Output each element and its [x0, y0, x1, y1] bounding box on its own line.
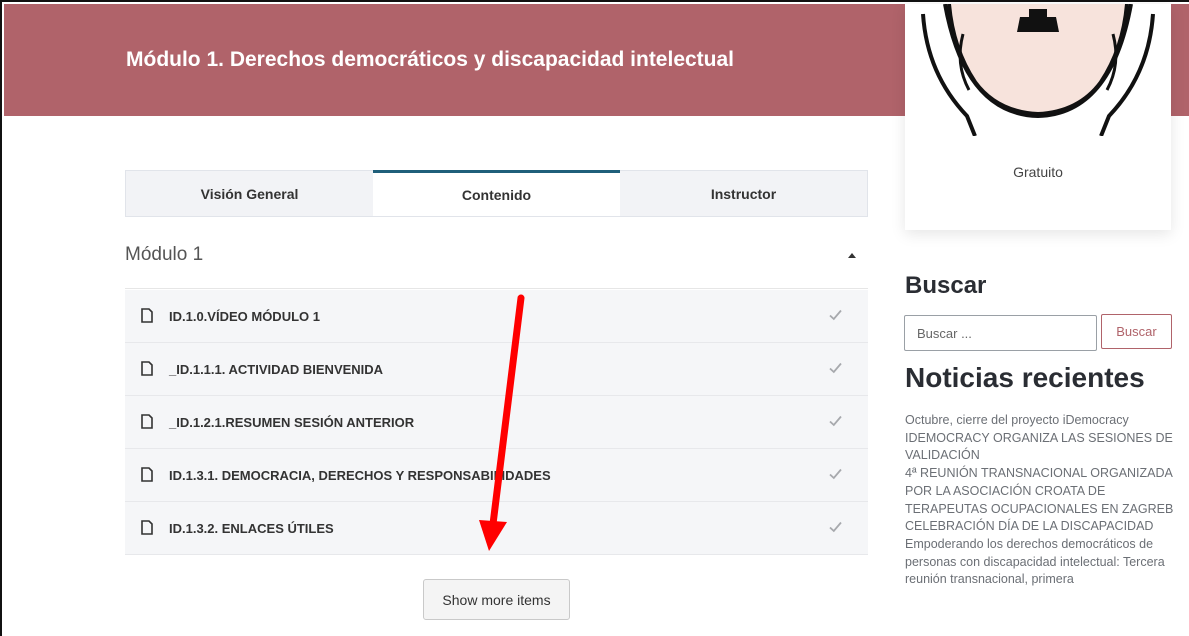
lesson-label: _ID.1.1.1. ACTIVIDAD BIENVENIDA: [169, 361, 384, 377]
search-input[interactable]: [904, 315, 1097, 351]
lesson-label: ID.1.3.1. DEMOCRACIA, DERECHOS Y RESPONS…: [169, 467, 551, 483]
section-title: Módulo 1: [125, 244, 204, 265]
news-item[interactable]: 4ª REUNIÓN TRANSNACIONAL ORGANIZADA POR …: [905, 465, 1177, 518]
check-icon: [829, 468, 842, 480]
section-header[interactable]: Módulo 1: [125, 239, 868, 289]
page-frame: Módulo 1. Derechos democráticos y discap…: [0, 0, 1189, 636]
lesson-label: _ID.1.2.1.RESUMEN SESIÓN ANTERIOR: [169, 414, 415, 430]
news-item[interactable]: IDEMOCRACY ORGANIZA LAS SESIONES DE VALI…: [905, 430, 1177, 465]
lesson-label: ID.1.3.2. ENLACES ÚTILES: [169, 520, 334, 536]
news-item[interactable]: CELEBRACIÓN DÍA DE LA DISCAPACIDAD: [905, 518, 1177, 536]
tab-vision-general[interactable]: Visión General: [126, 171, 373, 216]
course-price: Gratuito: [1013, 164, 1063, 180]
course-title: Módulo 1. Derechos democráticos y discap…: [126, 48, 735, 71]
tab-instructor[interactable]: Instructor: [620, 171, 867, 216]
check-icon: [829, 521, 842, 533]
lesson-label: ID.1.0.VÍDEO MÓDULO 1: [169, 308, 320, 324]
document-icon: [141, 361, 153, 376]
lesson-item[interactable]: ID.1.0.VÍDEO MÓDULO 1: [125, 290, 868, 343]
document-icon: [141, 414, 153, 429]
lesson-item[interactable]: _ID.1.2.1.RESUMEN SESIÓN ANTERIOR: [125, 396, 868, 449]
news-list: Octubre, cierre del proyecto iDemocracy …: [905, 412, 1177, 589]
course-card: Gratuito: [905, 4, 1171, 230]
news-heading: Noticias recientes: [905, 362, 1145, 393]
lesson-item[interactable]: ID.1.3.2. ENLACES ÚTILES: [125, 502, 868, 555]
caret-up-icon[interactable]: [848, 253, 856, 258]
document-icon: [141, 520, 153, 535]
news-item[interactable]: Octubre, cierre del proyecto iDemocracy: [905, 412, 1177, 430]
check-icon: [829, 362, 842, 374]
news-item[interactable]: Empoderando los derechos democráticos de…: [905, 536, 1177, 589]
document-icon: [141, 308, 153, 323]
course-tabs: Visión General Contenido Instructor: [125, 170, 868, 217]
course-image: [905, 4, 1171, 136]
lesson-item[interactable]: _ID.1.1.1. ACTIVIDAD BIENVENIDA: [125, 343, 868, 396]
search-button[interactable]: Buscar: [1101, 314, 1172, 349]
show-more-button[interactable]: Show more items: [423, 579, 570, 620]
document-icon: [141, 467, 153, 482]
tab-contenido[interactable]: Contenido: [373, 170, 620, 216]
check-icon: [829, 309, 842, 321]
check-icon: [829, 415, 842, 427]
search-heading: Buscar: [905, 272, 987, 299]
lesson-list: ID.1.0.VÍDEO MÓDULO 1 _ID.1.1.1. ACTIVID…: [125, 290, 868, 555]
lesson-item[interactable]: ID.1.3.1. DEMOCRACIA, DERECHOS Y RESPONS…: [125, 449, 868, 502]
